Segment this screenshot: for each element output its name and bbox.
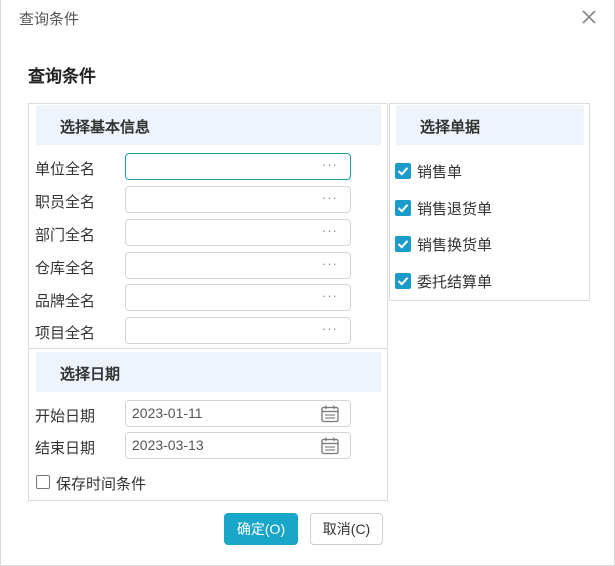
check-icon — [397, 240, 409, 249]
doc-option-label: 销售单 — [417, 164, 463, 181]
ellipsis-icon[interactable]: ··· — [322, 288, 338, 303]
query-dialog: 查询条件 查询条件 选择基本信息 单位全名 ··· 职员全名 ··· 部门全名 … — [0, 0, 615, 566]
save-time-condition-label: 保存时间条件 — [56, 476, 147, 493]
field-label-department: 部门全名 — [35, 227, 96, 244]
field-label-unit: 单位全名 — [35, 161, 96, 178]
close-icon[interactable] — [578, 6, 600, 28]
doc-option-label: 销售换货单 — [417, 237, 493, 254]
start-date-label: 开始日期 — [35, 408, 96, 425]
ok-button[interactable]: 确定(O) — [224, 513, 298, 545]
ellipsis-icon[interactable]: ··· — [322, 157, 338, 172]
staff-name-field[interactable]: ··· — [125, 186, 351, 213]
ellipsis-icon[interactable]: ··· — [322, 321, 338, 336]
brand-name-field[interactable]: ··· — [125, 284, 351, 311]
cancel-button[interactable]: 取消(C) — [310, 513, 383, 545]
check-icon — [397, 277, 409, 286]
checkbox-unchecked[interactable] — [36, 475, 50, 489]
doc-option-label: 委托结算单 — [417, 274, 493, 291]
document-type-header: 选择单据 — [396, 105, 584, 145]
date-header: 选择日期 — [36, 352, 381, 392]
doc-option-label: 销售退货单 — [417, 201, 493, 218]
field-label-project: 项目全名 — [35, 325, 96, 342]
end-date-label: 结束日期 — [35, 440, 96, 457]
date-title: 选择日期 — [60, 366, 121, 383]
check-icon — [397, 167, 409, 176]
start-date-field[interactable]: 2023-01-11 — [125, 400, 351, 427]
check-icon — [397, 204, 409, 213]
checkbox-checked[interactable] — [395, 163, 411, 179]
end-date-value: 2023-03-13 — [132, 437, 204, 453]
unit-name-field[interactable]: ··· — [125, 153, 351, 180]
page-title: 查询条件 — [28, 67, 96, 86]
field-label-warehouse: 仓库全名 — [35, 260, 96, 277]
warehouse-name-field[interactable]: ··· — [125, 252, 351, 279]
checkbox-checked[interactable] — [395, 273, 411, 289]
field-label-brand: 品牌全名 — [35, 293, 96, 310]
ellipsis-icon[interactable]: ··· — [322, 190, 338, 205]
date-panel: 选择日期 开始日期 2023-01-11 结束日期 2023-03-13 保存时… — [28, 348, 388, 501]
dialog-title: 查询条件 — [19, 11, 80, 28]
titlebar: 查询条件 — [1, 0, 614, 36]
end-date-field[interactable]: 2023-03-13 — [125, 432, 351, 459]
checkbox-checked[interactable] — [395, 236, 411, 252]
ellipsis-icon[interactable]: ··· — [322, 256, 338, 271]
project-name-field[interactable]: ··· — [125, 317, 351, 344]
department-name-field[interactable]: ··· — [125, 219, 351, 246]
checkbox-checked[interactable] — [395, 200, 411, 216]
ellipsis-icon[interactable]: ··· — [322, 223, 338, 238]
document-type-title: 选择单据 — [420, 119, 481, 136]
calendar-icon[interactable] — [320, 436, 340, 456]
basic-info-header: 选择基本信息 — [36, 105, 381, 145]
document-type-panel: 选择单据 销售单 销售退货单 销售换货单 委托结算单 — [389, 103, 590, 301]
field-label-staff: 职员全名 — [35, 194, 96, 211]
start-date-value: 2023-01-11 — [132, 405, 203, 421]
basic-info-panel: 选择基本信息 单位全名 ··· 职员全名 ··· 部门全名 ··· 仓库全名 ·… — [28, 103, 388, 349]
basic-info-title: 选择基本信息 — [60, 119, 151, 136]
calendar-icon[interactable] — [320, 404, 340, 424]
